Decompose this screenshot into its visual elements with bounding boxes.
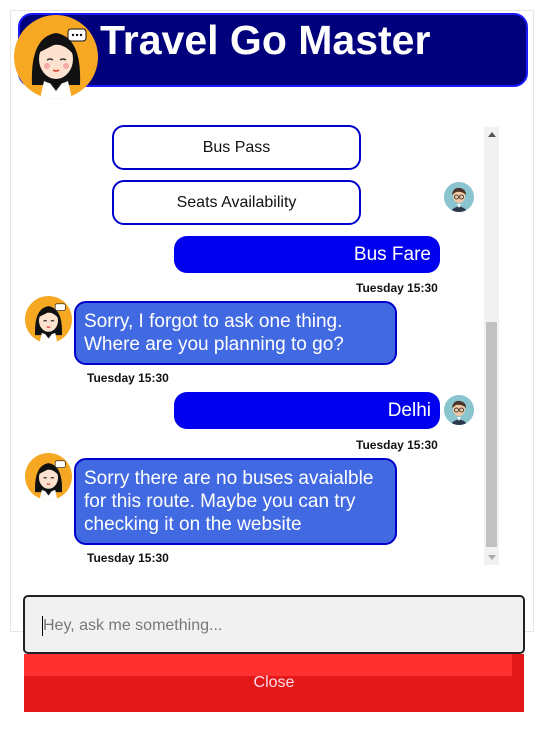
message-timestamp: Tuesday 15:30 bbox=[356, 438, 438, 452]
chat-scrollbar[interactable] bbox=[484, 127, 499, 565]
text-caret bbox=[42, 616, 43, 636]
option-seats-availability-button[interactable]: Seats Availability bbox=[112, 180, 361, 225]
bot-message-bubble: Sorry, I forgot to ask one thing. Where … bbox=[74, 301, 397, 365]
bot-message-bubble: Sorry there are no buses avaialble for t… bbox=[74, 458, 397, 545]
user-avatar-icon bbox=[444, 395, 474, 425]
user-message-bubble: Bus Fare bbox=[174, 236, 440, 273]
close-button-highlight bbox=[24, 654, 512, 676]
user-message-bubble: Delhi bbox=[174, 392, 440, 429]
assistant-avatar-icon bbox=[25, 296, 72, 343]
message-input[interactable] bbox=[41, 597, 515, 654]
assistant-avatar-icon bbox=[25, 453, 72, 500]
close-button[interactable]: Close bbox=[24, 654, 524, 712]
message-timestamp: Tuesday 15:30 bbox=[87, 551, 169, 565]
message-timestamp: Tuesday 15:30 bbox=[356, 281, 438, 295]
assistant-avatar-icon bbox=[14, 15, 98, 99]
message-timestamp: Tuesday 15:30 bbox=[87, 371, 169, 385]
message-input-container[interactable] bbox=[23, 595, 525, 654]
close-button-label: Close bbox=[253, 674, 295, 691]
scrollbar-thumb[interactable] bbox=[486, 322, 497, 547]
app-title: Travel Go Master bbox=[100, 17, 431, 63]
scroll-down-arrow-icon[interactable] bbox=[488, 555, 496, 560]
option-bus-pass-button[interactable]: Bus Pass bbox=[112, 125, 361, 170]
user-avatar-icon bbox=[444, 182, 474, 212]
scroll-up-arrow-icon[interactable] bbox=[488, 132, 496, 137]
